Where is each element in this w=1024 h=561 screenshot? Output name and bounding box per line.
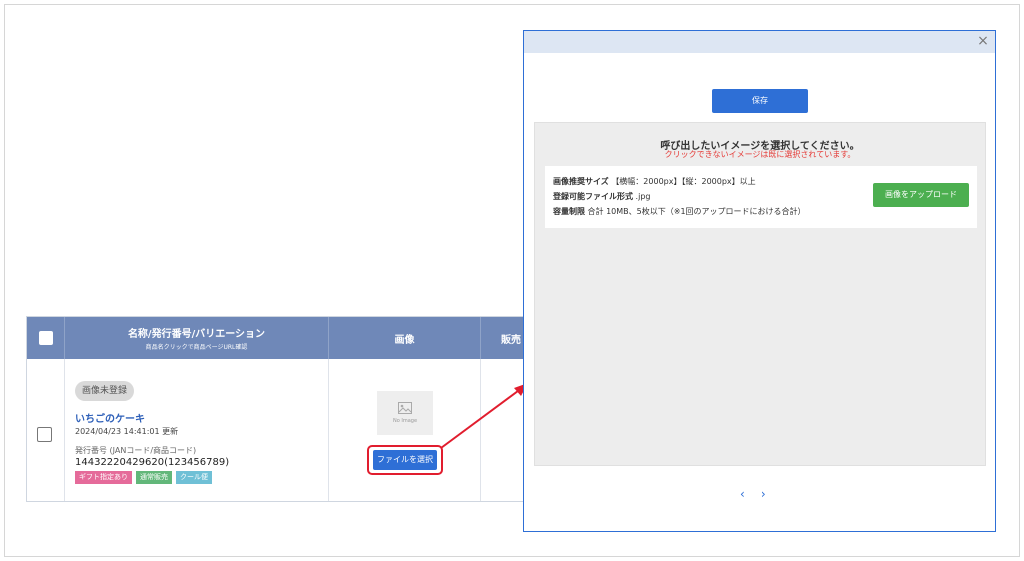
no-image-text: No Image	[392, 418, 418, 424]
table-row: 画像未登録 いちごのケーキ 2024/04/23 14:41:01 更新 発行番…	[27, 359, 525, 501]
recommended-size-line: 画像推奨サイズ 【横幅：2000px】【縦：2000px】以上	[553, 176, 756, 187]
product-name-link[interactable]: いちごのケーキ	[75, 410, 145, 425]
recommended-size-label: 画像推奨サイズ	[553, 177, 609, 186]
header-image-column: 画像	[329, 317, 481, 359]
prev-page-icon[interactable]: ‹	[740, 487, 745, 501]
capacity-line: 容量制限 合計 10MB、5枚以下（※1回のアップロードにおける合計）	[553, 206, 806, 217]
header-sale-label: 販売	[501, 334, 521, 346]
header-select-all	[27, 317, 65, 359]
header-name-hint: 商品名クリックで商品ページURL確認	[145, 344, 248, 351]
file-select-highlight: ファイルを選択	[367, 445, 443, 475]
pagination: ‹ ›	[740, 487, 766, 501]
issue-number-label: 発行番号 (JANコード/商品コード)	[75, 446, 197, 455]
tag-cool-delivery: クール便	[176, 471, 212, 484]
image-library-panel: 呼び出したいイメージを選択してください。 クリックできないイメージは既に選択され…	[534, 122, 986, 466]
row-name-cell: 画像未登録 いちごのケーキ 2024/04/23 14:41:01 更新 発行番…	[65, 359, 329, 501]
table-header: 名称/発行番号/バリエーション 商品名クリックで商品ページURL確認 画像 販売	[27, 317, 525, 359]
save-button[interactable]: 保存	[712, 89, 808, 113]
tag-list: ギフト指定あり 通常販売 クール便	[75, 471, 212, 484]
select-all-checkbox[interactable]	[38, 331, 53, 345]
header-sale-column: 販売	[481, 317, 527, 359]
next-page-icon[interactable]: ›	[761, 487, 766, 501]
recommended-size-value: 【横幅：2000px】【縦：2000px】以上	[611, 177, 756, 186]
header-image-label: 画像	[394, 334, 415, 346]
file-select-button[interactable]: ファイルを選択	[373, 450, 437, 470]
capacity-label: 容量制限	[553, 207, 585, 216]
capacity-value: 合計 10MB、5枚以下（※1回のアップロードにおける合計）	[587, 207, 806, 216]
header-name-label: 名称/発行番号/バリエーション	[127, 329, 266, 340]
file-format-line: 登録可能ファイル形式 .jpg	[553, 191, 650, 202]
row-checkbox[interactable]	[37, 427, 52, 442]
header-name-column: 名称/発行番号/バリエーション 商品名クリックで商品ページURL確認	[65, 317, 329, 359]
file-format-label: 登録可能ファイル形式	[553, 192, 633, 201]
tag-normal-sale: 通常販売	[136, 471, 172, 484]
modal-titlebar: ×	[524, 31, 995, 53]
image-status-badge: 画像未登録	[75, 381, 135, 401]
upload-info-card: 画像推奨サイズ 【横幅：2000px】【縦：2000px】以上 登録可能ファイル…	[545, 166, 977, 228]
already-selected-warning: クリックできないイメージは既に選択されています。	[664, 150, 856, 159]
row-check-cell	[27, 359, 65, 501]
no-image-placeholder: No Image	[377, 391, 433, 435]
file-format-value: .jpg	[635, 192, 651, 201]
updated-timestamp: 2024/04/23 14:41:01 更新	[75, 427, 179, 436]
tag-gift: ギフト指定あり	[75, 471, 132, 484]
issue-number-value: 14432220429620(123456789)	[75, 457, 230, 468]
row-image-cell: No Image ファイルを選択	[329, 359, 481, 501]
image-select-modal: × 保存 呼び出したいイメージを選択してください。 クリックできないイメージは既…	[523, 30, 996, 532]
image-icon	[398, 402, 412, 414]
row-sale-cell	[481, 359, 527, 501]
close-icon[interactable]: ×	[975, 33, 991, 49]
product-table: 名称/発行番号/バリエーション 商品名クリックで商品ページURL確認 画像 販売…	[26, 316, 526, 502]
upload-image-button[interactable]: 画像をアップロード	[873, 183, 969, 207]
